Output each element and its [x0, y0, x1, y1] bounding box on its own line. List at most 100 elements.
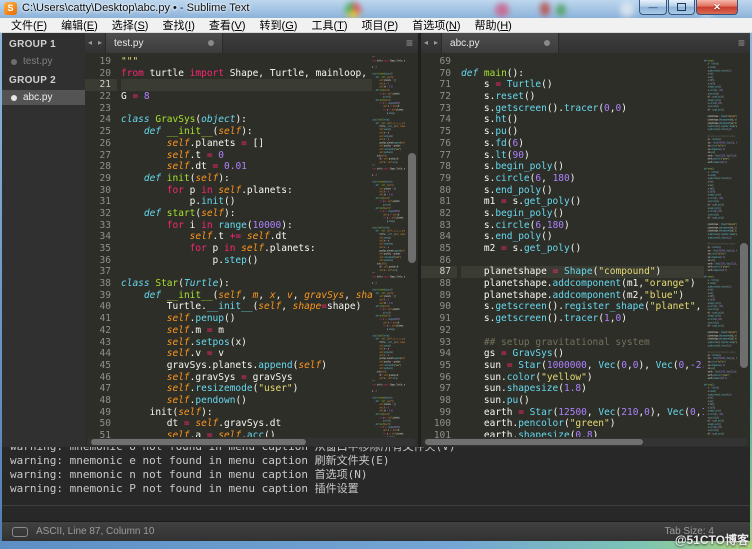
menu-item[interactable]: 帮助(H) — [468, 17, 519, 33]
modified-dot-icon[interactable] — [208, 40, 214, 46]
code-line: s.pu() — [461, 126, 704, 138]
console-panel[interactable]: warning: mnemonic o not found in menu ca… — [2, 447, 750, 521]
menu-item[interactable]: 查看(V) — [202, 17, 253, 33]
code-line: s.getscreen().register_shape("planet", p… — [461, 301, 704, 313]
pane-1-code[interactable]: def main(): s = Turtle() s.reset() s.get… — [461, 56, 704, 437]
code-line: for p in self.planets: — [121, 185, 372, 197]
code-line: from turtle import Shape, Turtle, mainlo… — [372, 275, 405, 278]
line-number: 95 — [421, 360, 457, 372]
minimize-button[interactable]: — — [639, 0, 667, 15]
code-line: p.init() — [121, 196, 372, 208]
line-number: 33 — [85, 220, 117, 232]
line-number: 25 — [85, 126, 117, 138]
console-line: warning: mnemonic e not found in menu ca… — [10, 454, 750, 468]
minimize-icon: — — [649, 2, 658, 12]
pane-0-code[interactable]: """from turtle import Shape, Turtle, mai… — [121, 56, 372, 437]
close-icon: ✕ — [713, 2, 721, 13]
menu-item[interactable]: 首选项(N) — [405, 17, 467, 33]
line-number: 97 — [421, 383, 457, 395]
code-line: self.gravSys = gravSys — [121, 372, 372, 384]
status-bar: ASCII, Line 87, Column 10 Tab Size: 4 — [2, 521, 750, 541]
menu-item[interactable]: 工具(T) — [304, 17, 354, 33]
sidebar-file-test.py[interactable]: test.py — [2, 54, 85, 69]
sidebar-file-abc.py[interactable]: abc.py — [2, 90, 85, 105]
vscroll-thumb[interactable] — [408, 153, 416, 263]
modified-dot-icon[interactable] — [544, 40, 550, 46]
code-line: from turtle import Shape, Turtle, mainlo… — [121, 68, 372, 80]
code-line: self.t += self.dt — [121, 231, 372, 243]
line-number: 48 — [85, 395, 117, 407]
line-number: 74 — [421, 114, 457, 126]
line-number: 47 — [85, 383, 117, 395]
line-number: 32 — [85, 208, 117, 220]
code-line: def __init__(self, m, x, v, gravSys, sha… — [121, 290, 372, 302]
line-number: 34 — [85, 231, 117, 243]
menu-item[interactable]: 查找(I) — [155, 17, 201, 33]
title-bar[interactable]: S C:\Users\catty\Desktop\abc.py • - Subl… — [0, 0, 752, 18]
tab-scroll-left-icon[interactable]: ◂ — [421, 33, 431, 53]
sidebar: GROUP 1test.pyGROUP 2abc.py — [2, 33, 85, 447]
line-number: 23 — [85, 103, 117, 115]
line-number: 100 — [421, 418, 457, 430]
code-line: self.penup() — [121, 313, 372, 325]
hscroll-thumb[interactable] — [425, 439, 643, 445]
menu-item[interactable]: 编辑(E) — [54, 17, 105, 33]
line-number: 98 — [421, 395, 457, 407]
code-line: earth = Star(12500, Vec(210,0), Vec(0,19… — [461, 407, 704, 419]
maximize-button[interactable] — [668, 0, 695, 15]
file-dot-icon — [11, 95, 17, 101]
tab-scroll-right-icon[interactable]: ▸ — [95, 33, 105, 53]
tab-scroll-right-icon[interactable]: ▸ — [431, 33, 441, 53]
code-line: p.step() — [372, 436, 405, 437]
code-line: ## setup gravitational system — [461, 337, 704, 349]
vscroll-thumb[interactable] — [740, 243, 748, 368]
line-number: 29 — [85, 173, 117, 185]
sidebar-groups: GROUP 1test.pyGROUP 2abc.py — [2, 33, 85, 105]
code-line: s.end_poly() — [461, 185, 704, 197]
tab-abcpy[interactable]: abc.py — [441, 33, 559, 53]
hscroll-thumb[interactable] — [91, 439, 306, 445]
code-line: sun.pu() — [461, 395, 704, 407]
pane-1-hscrollbar[interactable] — [423, 438, 748, 446]
line-number: 42 — [85, 325, 117, 337]
menu-item[interactable]: 转到(G) — [253, 17, 305, 33]
pane-1-minimap[interactable]: def main(): s = Turtle() s.reset() s.get… — [704, 56, 737, 437]
tab-testpy[interactable]: test.py — [105, 33, 223, 53]
code-line: self.t = 0 — [121, 150, 372, 162]
tab-overflow-menu-icon[interactable]: ≡ — [733, 33, 750, 53]
code-line — [121, 103, 372, 115]
tab-label: abc.py — [450, 38, 544, 49]
pane-1-vscrollbar[interactable] — [739, 56, 749, 437]
line-number: 78 — [421, 161, 457, 173]
console-output: warning: mnemonic o not found in menu ca… — [2, 447, 750, 496]
line-number: 77 — [421, 150, 457, 162]
pane-1-minimap-inner: def main(): s = Turtle() s.reset() s.get… — [704, 56, 737, 437]
tab-overflow-menu-icon[interactable]: ≡ — [401, 33, 418, 53]
menu-item[interactable]: 选择(S) — [105, 17, 156, 33]
menu-item[interactable]: 文件(F) — [4, 17, 54, 33]
code-line: Turtle.__init__(self, shape=shape) — [121, 301, 372, 313]
line-number: 30 — [85, 185, 117, 197]
code-line: s.circle(6,180) — [461, 220, 704, 232]
line-number: 79 — [421, 173, 457, 185]
line-number: 93 — [421, 337, 457, 349]
tab-scroll-left-icon[interactable]: ◂ — [85, 33, 95, 53]
close-button[interactable]: ✕ — [696, 0, 738, 15]
code-line: self.a = self.acc() — [121, 430, 372, 437]
code-line: dt = self.gravSys.dt — [121, 418, 372, 430]
pane-0-vscrollbar[interactable] — [407, 56, 417, 437]
code-line: s.begin_poly() — [461, 208, 704, 220]
cursor-position-text: ASCII, Line 87, Column 10 — [36, 526, 154, 537]
code-area-right: 6970717273747576777879808182838485868788… — [421, 53, 750, 447]
line-number: 43 — [85, 337, 117, 349]
line-number: 36 — [85, 255, 117, 267]
line-number: 82 — [421, 208, 457, 220]
pane-0-minimap-inner: """from turtle import Shape, Turtle, mai… — [372, 56, 405, 437]
line-number: 19 — [85, 56, 117, 68]
menu-item[interactable]: 项目(P) — [355, 17, 406, 33]
code-line: for i in range(10000): — [121, 220, 372, 232]
desktop-icon-blur — [556, 4, 566, 16]
pane-0-minimap[interactable]: """from turtle import Shape, Turtle, mai… — [372, 56, 405, 437]
pane-0-hscrollbar[interactable] — [87, 438, 416, 446]
code-line — [461, 325, 704, 337]
